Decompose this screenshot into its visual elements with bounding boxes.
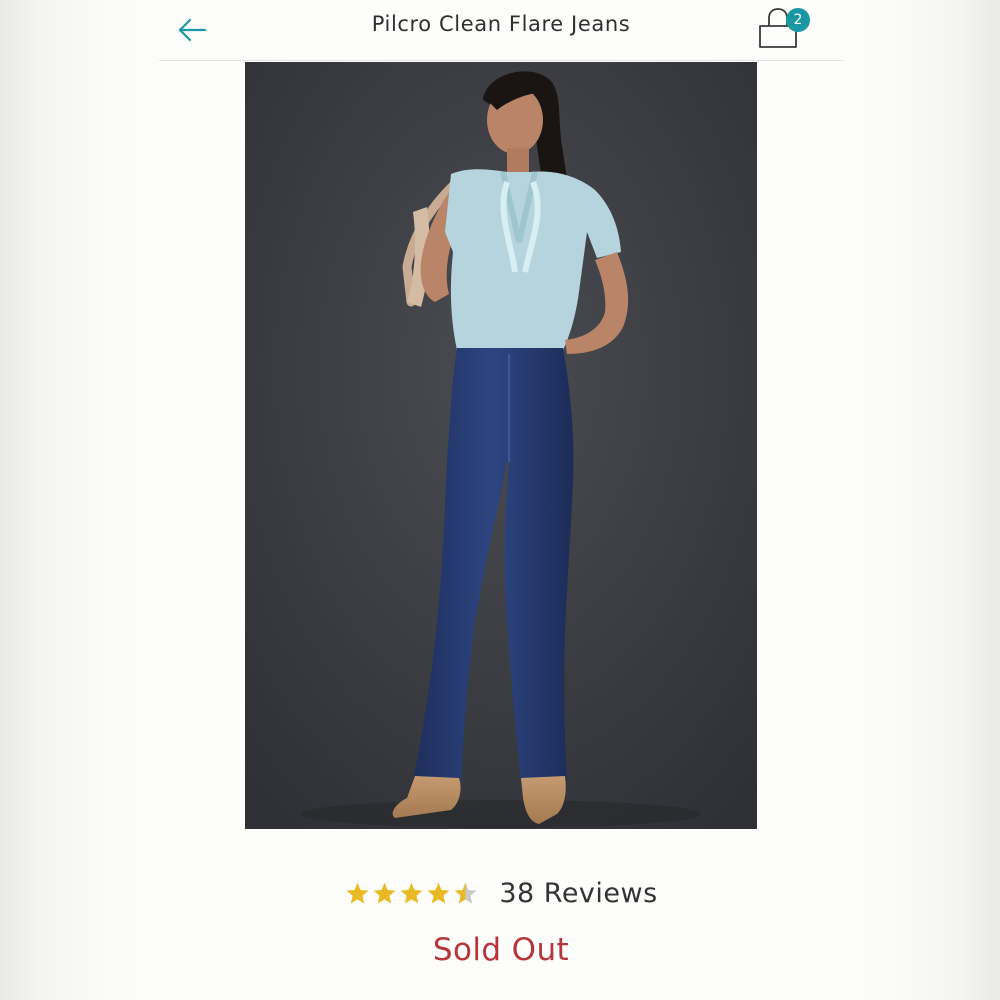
- star-icon: [400, 882, 423, 903]
- sold-out-status: Sold Out: [432, 932, 570, 968]
- top-bar: Pilcro Clean Flare Jeans 2: [159, 0, 843, 61]
- arrow-left-icon: [178, 18, 207, 42]
- cart-count-badge: 2: [786, 8, 810, 32]
- product-image[interactable]: [245, 62, 757, 829]
- star-icon: [373, 882, 396, 903]
- app-screen: Pilcro Clean Flare Jeans 2 38 Reviews So…: [159, 0, 843, 1000]
- product-photo: [245, 62, 757, 829]
- reviews-link[interactable]: 38 Reviews: [499, 878, 657, 909]
- half-star-icon: [454, 882, 477, 903]
- page-title: Pilcro Clean Flare Jeans: [371, 12, 631, 36]
- star-icon: [346, 882, 369, 903]
- star-icon: [427, 882, 450, 903]
- star-rating: [344, 881, 479, 906]
- rating-row: 38 Reviews: [159, 872, 843, 914]
- back-button[interactable]: [173, 10, 213, 50]
